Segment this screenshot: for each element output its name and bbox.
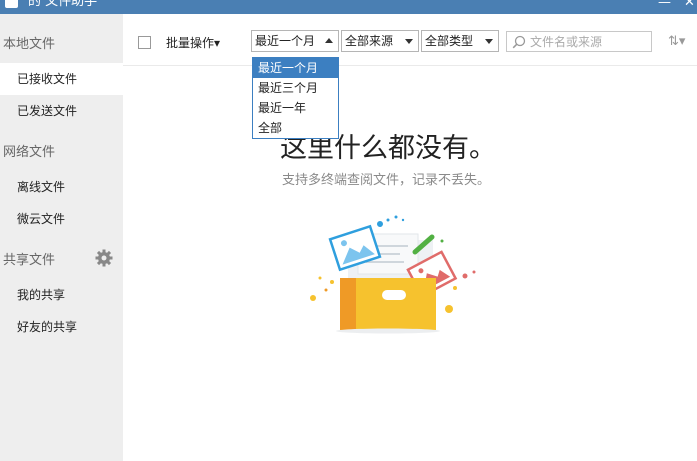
close-button[interactable]: ✕ xyxy=(684,0,695,10)
type-filter-select[interactable]: 全部类型 xyxy=(421,30,499,52)
empty-box-illustration xyxy=(310,215,476,334)
sidebar-item-received[interactable]: 已接收文件 xyxy=(0,63,123,95)
time-filter-dropdown: 最近一个月 最近三个月 最近一年 全部 xyxy=(252,57,339,139)
window-title: 的 文件助手 xyxy=(28,0,98,9)
time-filter-select[interactable]: 最近一个月 xyxy=(251,30,339,52)
time-option-one-year[interactable]: 最近一年 xyxy=(253,98,338,118)
search-placeholder: 文件名或来源 xyxy=(530,35,603,49)
title-bar: 的 文件助手 — ✕ xyxy=(0,0,697,14)
section-local-files[interactable]: 本地文件 xyxy=(3,33,55,52)
gear-icon[interactable] xyxy=(95,249,113,267)
source-filter-select[interactable]: 全部来源 xyxy=(341,30,419,52)
batch-operations-button[interactable]: 批量操作▾ xyxy=(166,34,220,51)
time-option-one-month[interactable]: 最近一个月 xyxy=(253,58,338,78)
sidebar-item-sent[interactable]: 已发送文件 xyxy=(0,95,123,127)
minimize-button[interactable]: — xyxy=(658,0,671,10)
time-option-three-months[interactable]: 最近三个月 xyxy=(253,78,338,98)
section-shared-files[interactable]: 共享文件 xyxy=(3,249,55,268)
empty-state-subtitle: 支持多终端查阅文件，记录不丢失。 xyxy=(282,173,491,188)
source-filter-value: 全部来源 xyxy=(345,34,394,48)
sort-button[interactable]: ⇅▾ xyxy=(668,34,685,49)
chevron-down-icon xyxy=(485,39,493,44)
folder-icon xyxy=(5,0,18,8)
sidebar-item-offline[interactable]: 离线文件 xyxy=(0,171,123,203)
time-filter-value: 最近一个月 xyxy=(255,34,316,48)
sidebar-item-friend-shares[interactable]: 好友的共享 xyxy=(0,311,123,343)
select-all-checkbox[interactable] xyxy=(138,36,151,49)
sidebar-item-weiyun[interactable]: 微云文件 xyxy=(0,203,123,235)
search-input[interactable]: 文件名或来源 xyxy=(506,31,652,52)
section-network-files[interactable]: 网络文件 xyxy=(3,141,55,160)
sidebar-item-my-shares[interactable]: 我的共享 xyxy=(0,279,123,311)
time-option-all[interactable]: 全部 xyxy=(253,118,338,138)
chevron-down-icon xyxy=(405,39,413,44)
chevron-up-icon xyxy=(325,38,333,43)
type-filter-value: 全部类型 xyxy=(425,34,474,48)
search-icon xyxy=(512,35,526,49)
